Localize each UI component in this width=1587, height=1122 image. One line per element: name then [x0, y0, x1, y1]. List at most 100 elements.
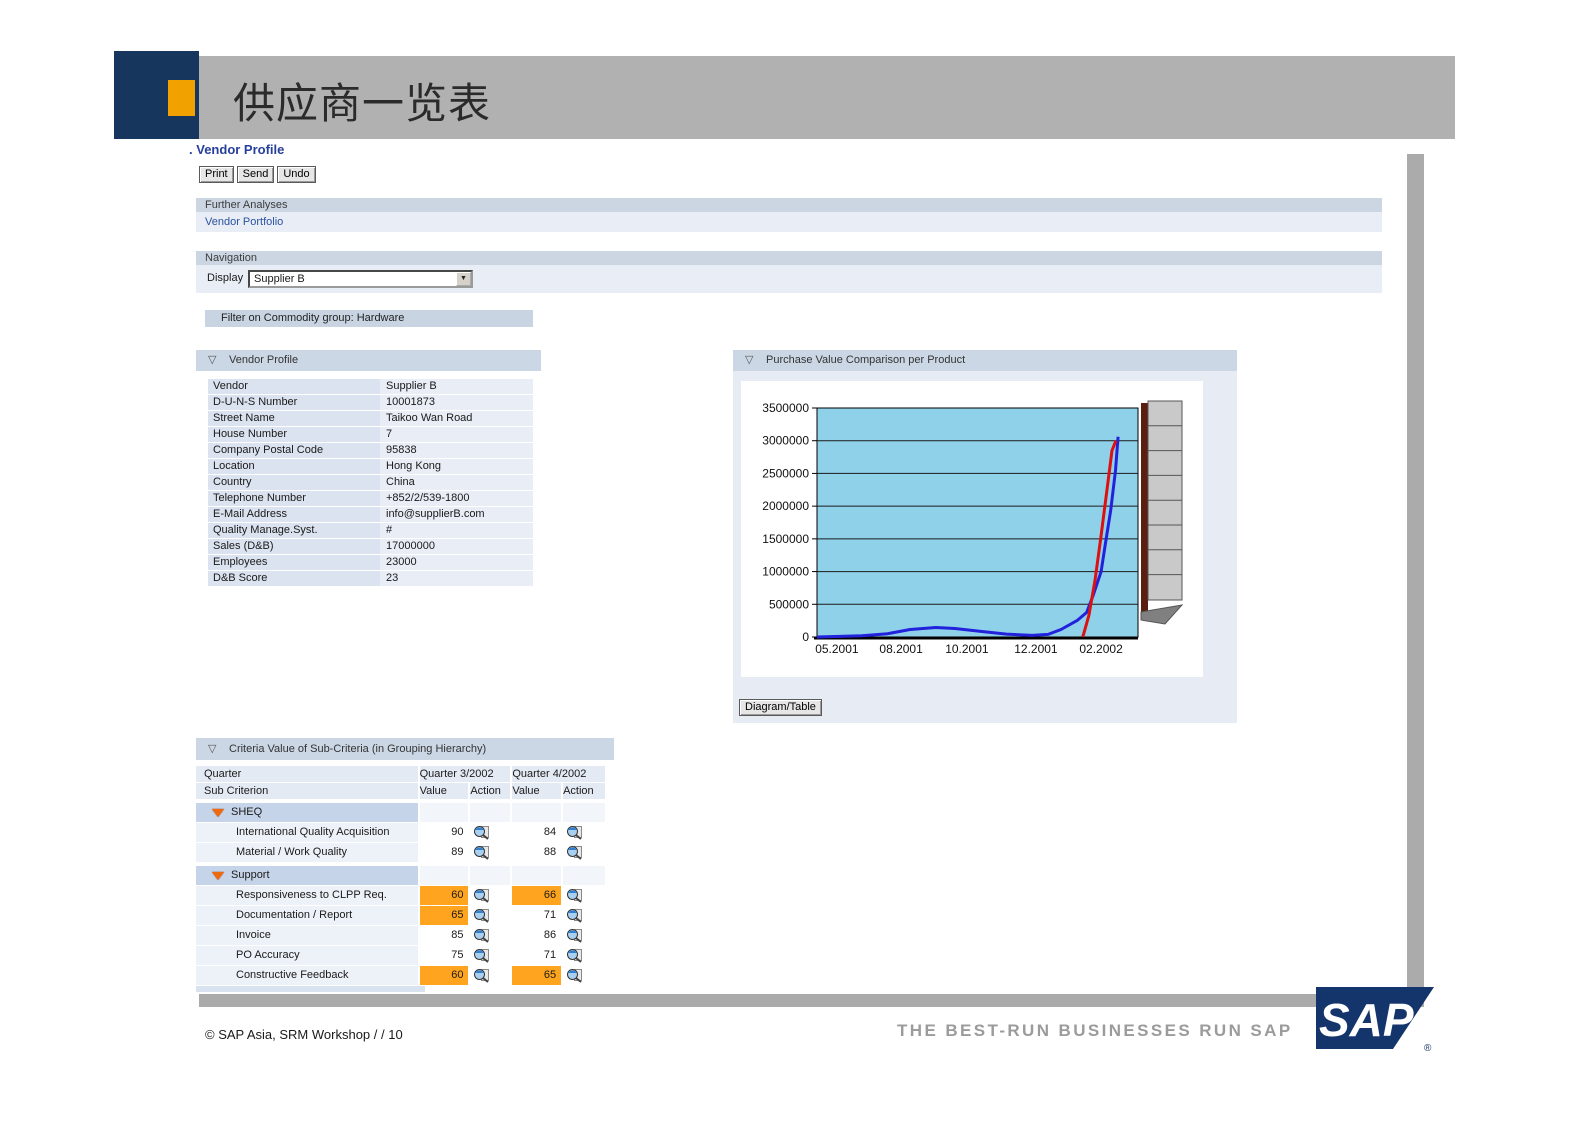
empty-cell — [419, 803, 471, 822]
dropdown-arrow-button[interactable]: ▼ — [456, 272, 471, 286]
q3-action-cell — [470, 843, 513, 862]
collapse-triangle-icon[interactable]: ▽ — [745, 350, 753, 371]
field-value: 95838 — [380, 443, 533, 458]
field-value: Taikoo Wan Road — [380, 411, 533, 426]
sub-criterion-label: International Quality Acquisition — [196, 823, 420, 842]
criteria-row: Constructive Feedback 60 65 — [196, 966, 605, 986]
vendor-profile-row: House Number 7 — [208, 427, 533, 443]
q4-value-cell: 65 — [512, 966, 564, 985]
magnifier-icon[interactable] — [473, 825, 490, 840]
vendor-profile-table: Vendor Supplier B D-U-N-S Number 10001873 St… — [208, 379, 533, 587]
magnifier-icon[interactable] — [566, 928, 583, 943]
field-value: China — [380, 475, 533, 490]
q3-value-cell: 89 — [419, 843, 471, 862]
q4-value-cell: 71 — [512, 906, 564, 925]
criteria-group-row: Support — [196, 866, 605, 886]
print-button[interactable]: Print — [199, 166, 234, 183]
field-label: Sales (D&B) — [208, 539, 380, 554]
q3-action-cell — [470, 906, 513, 925]
magnifier-icon[interactable] — [473, 968, 490, 983]
sap-logo: SAP ® — [1316, 987, 1434, 1053]
magnifier-icon[interactable] — [566, 825, 583, 840]
sap-tagline: THE BEST-RUN BUSINESSES RUN SAP — [897, 1021, 1293, 1040]
sub-criterion-label: Invoice — [196, 926, 420, 945]
magnifier-icon[interactable] — [566, 888, 583, 903]
navigation-header: Navigation — [196, 251, 1382, 265]
q4-value-cell: 88 — [512, 843, 564, 862]
q4-value-cell: 71 — [512, 946, 564, 965]
group-collapse-triangle-icon[interactable] — [212, 871, 224, 880]
empty-cell — [512, 803, 564, 822]
svg-text:2000000: 2000000 — [762, 499, 809, 513]
empty-cell — [563, 866, 605, 885]
q4-action-cell — [563, 966, 605, 985]
q4-value-cell: 66 — [512, 886, 564, 905]
vendor-profile-row: Vendor Supplier B — [208, 379, 533, 395]
chart-3d-edge — [1141, 403, 1148, 612]
slide-accent-orange-square — [168, 80, 195, 116]
undo-button[interactable]: Undo — [277, 166, 316, 183]
criteria-row: Invoice 85 86 — [196, 926, 605, 946]
q3-action-cell — [470, 946, 513, 965]
svg-text:1500000: 1500000 — [762, 532, 809, 546]
vendor-portfolio-link[interactable]: Vendor Portfolio — [205, 216, 283, 228]
vendor-profile-section-header: ▽ Vendor Profile — [196, 350, 541, 371]
magnifier-icon[interactable] — [566, 968, 583, 983]
further-analyses-label: Further Analyses — [205, 199, 288, 211]
field-label: House Number — [208, 427, 380, 442]
field-label: Quality Manage.Syst. — [208, 523, 380, 538]
screenshot-right-shadow — [1407, 154, 1424, 1007]
field-label: D-U-N-S Number — [208, 395, 380, 410]
group-collapse-triangle-icon[interactable] — [212, 808, 224, 817]
vendor-profile-row: Employees 23000 — [208, 555, 533, 571]
value-column-header: Value — [420, 783, 471, 799]
svg-text:12.2001: 12.2001 — [1014, 642, 1058, 656]
criteria-table-body: SHEQ International Quality Acquisition 90 8… — [196, 803, 605, 986]
sub-criterion-label: Material / Work Quality — [196, 843, 420, 862]
q3-value-cell: 60 — [419, 886, 471, 905]
q3-value-cell: 75 — [419, 946, 471, 965]
sub-criterion-label: Constructive Feedback — [196, 966, 420, 985]
magnifier-icon[interactable] — [473, 888, 490, 903]
magnifier-icon[interactable] — [473, 928, 490, 943]
navigation-label: Navigation — [205, 252, 257, 264]
value-column-header: Value — [512, 783, 564, 799]
sub-criterion-label: PO Accuracy — [196, 946, 420, 965]
q3-action-cell — [470, 823, 513, 842]
criteria-header-row-quarter: Quarter Quarter 3/2002 Quarter 4/2002 — [196, 766, 605, 783]
commodity-filter-bar: Filter on Commodity group: Hardware — [205, 310, 533, 327]
q3-value-cell: 65 — [419, 906, 471, 925]
vendor-profile-row: Company Postal Code 95838 — [208, 443, 533, 459]
field-value: 17000000 — [380, 539, 533, 554]
magnifier-icon[interactable] — [473, 948, 490, 963]
sub-criterion-column-header: Sub Criterion — [196, 783, 420, 799]
criteria-section-title: Criteria Value of Sub-Criteria (in Group… — [229, 743, 487, 755]
further-analyses-header: Further Analyses — [196, 198, 1382, 212]
action-column-header: Action — [470, 783, 513, 799]
magnifier-icon[interactable] — [566, 948, 583, 963]
field-value: 7 — [380, 427, 533, 442]
send-button[interactable]: Send — [236, 166, 275, 183]
collapse-triangle-icon[interactable]: ▽ — [208, 738, 216, 760]
collapse-triangle-icon[interactable]: ▽ — [208, 350, 216, 371]
magnifier-icon[interactable] — [473, 908, 490, 923]
criteria-row: PO Accuracy 75 71 — [196, 946, 605, 966]
vendor-profile-row: Telephone Number +852/2/539-1800 — [208, 491, 533, 507]
purchase-chart-section-title: Purchase Value Comparison per Product — [766, 354, 966, 366]
magnifier-icon[interactable] — [566, 908, 583, 923]
action-column-header: Action — [563, 785, 594, 797]
diagram-table-button[interactable]: Diagram/Table — [739, 699, 822, 716]
field-value: 10001873 — [380, 395, 533, 410]
quarter-column-header: Quarter — [196, 766, 420, 782]
criteria-section-header: ▽ Criteria Value of Sub-Criteria (in Gro… — [196, 738, 614, 760]
magnifier-icon[interactable] — [473, 845, 490, 860]
magnifier-icon[interactable] — [566, 845, 583, 860]
field-value: +852/2/539-1800 — [380, 491, 533, 506]
criteria-group-cell: SHEQ — [196, 803, 420, 822]
criteria-row: Responsiveness to CLPP Req. 60 66 — [196, 886, 605, 906]
display-dropdown[interactable]: Supplier B ▼ — [248, 270, 473, 288]
criteria-table-clipped-row — [196, 986, 425, 992]
q4-action-cell — [563, 823, 605, 842]
navigation-row: Display Supplier B ▼ — [196, 265, 1382, 293]
purchase-chart: 0 500000 1000000 1500000 2000000 2500000 30000… — [741, 381, 1203, 677]
